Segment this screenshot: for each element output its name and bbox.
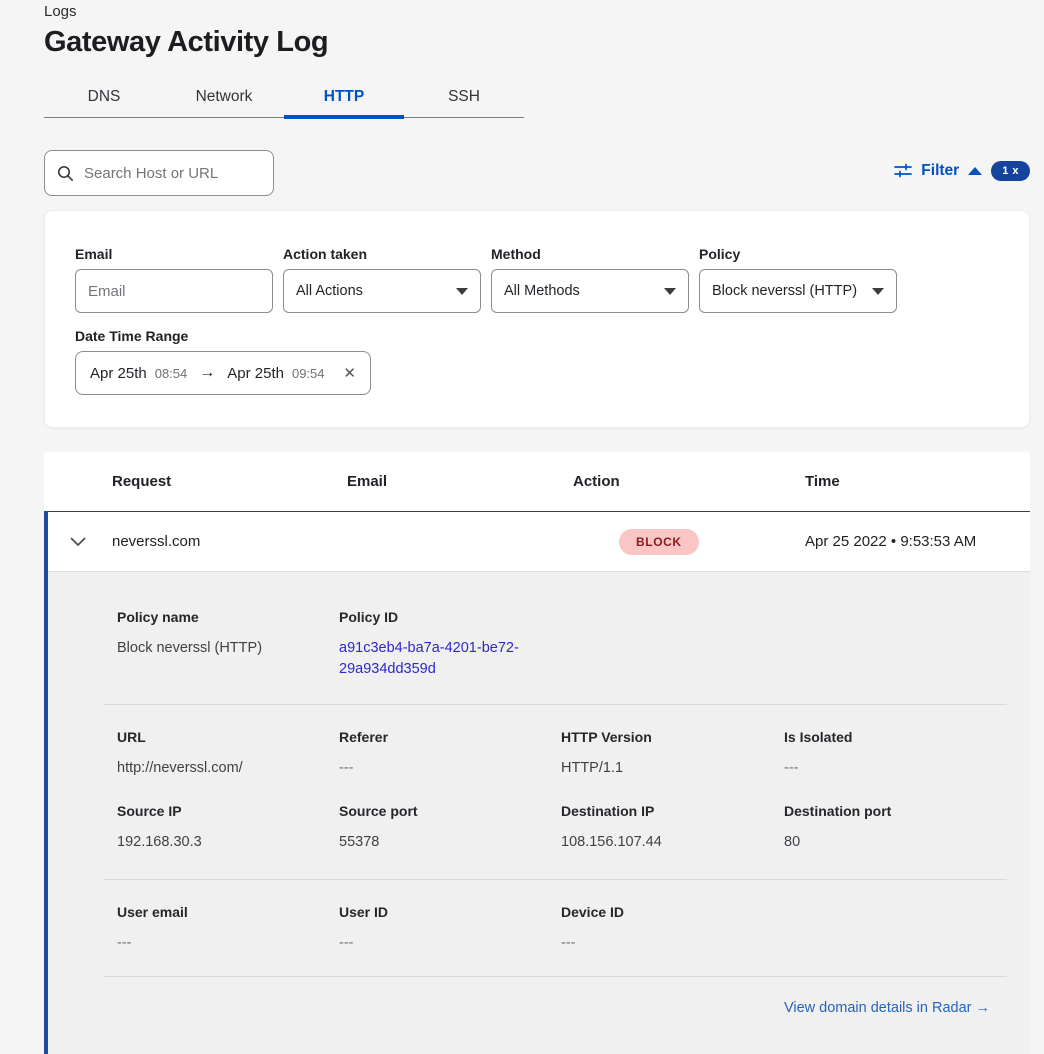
- email-label: Email: [75, 246, 112, 262]
- filter-sliders-icon: [894, 163, 912, 179]
- column-header-request: Request: [112, 473, 347, 490]
- row-request: neverssl.com: [112, 533, 347, 550]
- table-row[interactable]: neverssl.com BLOCK Apr 25 2022 • 9:53:53…: [44, 511, 1030, 571]
- page-title: Gateway Activity Log: [44, 26, 328, 59]
- column-header-email: Email: [347, 473, 573, 490]
- start-date: Apr 25th: [90, 365, 147, 382]
- tab-ssh[interactable]: SSH: [404, 76, 524, 117]
- table-header-row: Request Email Action Time: [44, 452, 1030, 511]
- detail-row-http: URL http://neverssl.com/ Referer --- HTT…: [44, 728, 1030, 779]
- expand-chevron-cell[interactable]: [44, 537, 112, 547]
- block-badge: BLOCK: [619, 529, 699, 555]
- search-box[interactable]: [44, 150, 274, 196]
- search-input[interactable]: [84, 165, 261, 182]
- policy-select[interactable]: Block neverssl (HTTP): [699, 269, 897, 313]
- detail-row-user: User email --- User ID --- Device ID ---: [44, 903, 1030, 954]
- detail-source-ip: Source IP 192.168.30.3: [117, 802, 339, 853]
- gateway-activity-log-page: Logs Gateway Activity Log DNS Network HT…: [0, 0, 1044, 1054]
- filter-panel: Email Action taken All Actions Method Al…: [44, 210, 1030, 428]
- collapse-caret-icon: [968, 167, 982, 175]
- end-date: Apr 25th: [227, 365, 284, 382]
- arrow-right-icon: →: [976, 1000, 991, 1016]
- end-time: 09:54: [292, 366, 325, 381]
- column-header-time: Time: [805, 473, 1030, 490]
- chevron-down-icon: [70, 537, 86, 547]
- action-taken-label: Action taken: [283, 246, 367, 262]
- tab-http[interactable]: HTTP: [284, 76, 404, 117]
- row-details-panel: Policy name Block neverssl (HTTP) Policy…: [44, 571, 1030, 1054]
- chevron-down-icon: [664, 288, 676, 295]
- divider: [104, 976, 1007, 977]
- detail-destination-port: Destination port 80: [784, 802, 1007, 853]
- filter-label: Filter: [921, 162, 959, 180]
- filter-toggle[interactable]: Filter 1 x: [894, 157, 1030, 185]
- breadcrumb[interactable]: Logs: [44, 3, 77, 20]
- radar-details-link[interactable]: View domain details in Radar →: [784, 1000, 990, 1016]
- email-input[interactable]: [88, 283, 260, 300]
- log-table: Request Email Action Time neverssl.com B…: [44, 452, 1030, 1054]
- chevron-down-icon: [872, 288, 884, 295]
- selected-row-indicator: [44, 511, 48, 1054]
- email-field[interactable]: [75, 269, 273, 313]
- divider: [104, 704, 1007, 705]
- detail-referer: Referer ---: [339, 728, 561, 779]
- detail-source-port: Source port 55378: [339, 802, 561, 853]
- chevron-down-icon: [456, 288, 468, 295]
- filter-count-badge[interactable]: 1 x: [991, 161, 1030, 181]
- detail-policy-id: Policy ID a91c3eb4-ba7a-4201-be72-29a934…: [339, 608, 561, 680]
- detail-url: URL http://neverssl.com/: [117, 728, 339, 779]
- start-time: 08:54: [155, 366, 188, 381]
- row-action: BLOCK: [573, 529, 805, 555]
- search-icon: [57, 165, 74, 182]
- column-header-action: Action: [573, 473, 805, 490]
- detail-row-policy: Policy name Block neverssl (HTTP) Policy…: [44, 608, 1030, 680]
- date-time-range-picker[interactable]: Apr 25th 08:54 → Apr 25th 09:54 ✕: [75, 351, 371, 395]
- policy-id-link[interactable]: a91c3eb4-ba7a-4201-be72-29a934dd359d: [339, 638, 539, 680]
- detail-http-version: HTTP Version HTTP/1.1: [561, 728, 784, 779]
- method-label: Method: [491, 246, 541, 262]
- detail-is-isolated: Is Isolated ---: [784, 728, 1007, 779]
- method-select[interactable]: All Methods: [491, 269, 689, 313]
- row-time: Apr 25 2022 • 9:53:53 AM: [805, 533, 1030, 550]
- tab-network[interactable]: Network: [164, 76, 284, 117]
- detail-user-id: User ID ---: [339, 903, 561, 954]
- detail-device-id: Device ID ---: [561, 903, 784, 954]
- divider: [104, 879, 1007, 880]
- detail-user-email: User email ---: [117, 903, 339, 954]
- active-tab-underline: [284, 115, 404, 119]
- policy-label: Policy: [699, 246, 740, 262]
- tab-bar: DNS Network HTTP SSH: [44, 76, 524, 118]
- arrow-right-icon: →: [199, 364, 215, 382]
- detail-row-network: Source IP 192.168.30.3 Source port 55378…: [44, 802, 1030, 853]
- detail-policy-name: Policy name Block neverssl (HTTP): [117, 608, 339, 680]
- date-time-range-label: Date Time Range: [75, 328, 188, 344]
- clear-date-range-icon[interactable]: ✕: [343, 364, 356, 382]
- action-taken-select[interactable]: All Actions: [283, 269, 481, 313]
- detail-destination-ip: Destination IP 108.156.107.44: [561, 802, 784, 853]
- tab-dns[interactable]: DNS: [44, 76, 164, 117]
